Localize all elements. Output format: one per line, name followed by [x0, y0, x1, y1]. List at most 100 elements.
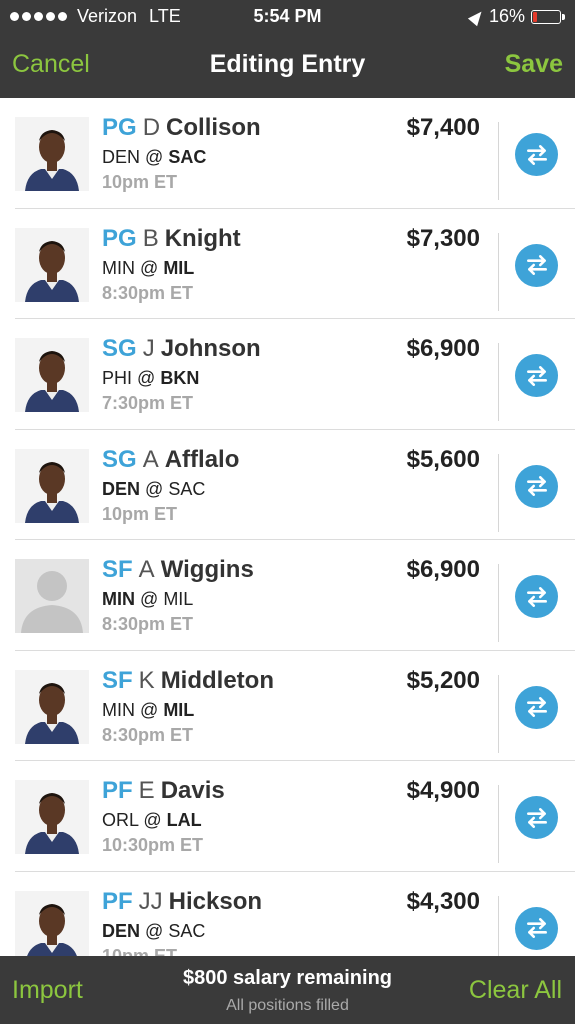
- swap-player-button[interactable]: [515, 464, 558, 508]
- at-symbol: @: [140, 257, 159, 278]
- at-symbol: @: [137, 368, 156, 388]
- away-team: PHI: [102, 368, 133, 388]
- swap-arrows-icon: [524, 252, 550, 278]
- nav-bar: Cancel Editing Entry Save: [0, 34, 575, 98]
- position-label: PF: [102, 887, 133, 915]
- swap-arrows-icon: [524, 584, 550, 610]
- home-team: BKN: [160, 368, 200, 388]
- away-team: MIN: [102, 699, 135, 720]
- player-last-name: Hickson: [168, 887, 263, 915]
- player-row[interactable]: PF JJ Hickson $4,300 DEN @ SAC 10pm ET: [15, 872, 575, 956]
- player-salary: $5,200: [406, 666, 480, 694]
- player-last-name: Collison: [166, 114, 261, 141]
- game-matchup: MIN @ MIL: [102, 589, 193, 610]
- position-label: SG: [102, 335, 137, 362]
- swap-arrows-icon: [524, 142, 550, 168]
- player-initial: D: [142, 114, 161, 141]
- clear-all-button[interactable]: Clear All: [469, 976, 562, 1005]
- game-matchup: PHI @ BKN: [102, 368, 199, 389]
- row-divider: [498, 453, 499, 532]
- player-salary: $6,900: [406, 335, 480, 362]
- player-initial: A: [142, 445, 159, 473]
- player-row[interactable]: SF A Wiggins $6,900 MIN @ MIL 8:30pm ET: [15, 540, 575, 651]
- player-salary: $7,400: [406, 114, 480, 141]
- home-team: SAC: [168, 147, 207, 167]
- player-photo: [15, 780, 89, 854]
- row-divider: [498, 343, 499, 421]
- player-row[interactable]: SF K Middleton $5,200 MIN @ MIL 8:30pm ET: [15, 651, 575, 761]
- away-team: DEN: [102, 147, 141, 167]
- battery-icon: [531, 9, 565, 24]
- away-team: ORL: [102, 810, 139, 830]
- game-matchup: MIN @ MIL: [102, 700, 194, 721]
- away-team: DEN: [102, 478, 141, 499]
- player-salary: $6,900: [406, 556, 480, 583]
- position-label: PF: [102, 777, 133, 804]
- player-initial: J: [142, 335, 155, 362]
- row-divider: [498, 785, 499, 863]
- default-avatar-icon: [15, 559, 89, 633]
- swap-player-button[interactable]: [515, 796, 558, 839]
- player-photo: [15, 890, 89, 956]
- swap-player-button[interactable]: [515, 575, 558, 618]
- player-photo: [15, 338, 89, 412]
- game-matchup: DEN @ SAC: [102, 479, 205, 500]
- player-row[interactable]: PF E Davis $4,900 ORL @ LAL 10:30pm ET: [15, 761, 575, 872]
- at-symbol: @: [143, 810, 162, 830]
- game-matchup: MIN @ MIL: [102, 258, 194, 279]
- position-label: SF: [102, 666, 133, 694]
- player-row[interactable]: SG J Johnson $6,900 PHI @ BKN 7:30pm ET: [15, 319, 575, 430]
- position-label: PG: [102, 114, 137, 141]
- game-time: 10pm ET: [102, 172, 178, 192]
- swap-arrows-icon: [524, 473, 550, 499]
- row-divider: [498, 674, 499, 753]
- game-time: 10:30pm ET: [102, 835, 204, 855]
- away-team: DEN: [102, 920, 141, 941]
- player-salary: $5,600: [406, 445, 480, 473]
- player-last-name: Davis: [160, 777, 225, 804]
- player-row[interactable]: PG D Collison $7,400 DEN @ SAC 10pm ET: [15, 98, 575, 209]
- row-divider: [498, 564, 499, 642]
- status-bar: Verizon LTE 5:54 PM 16%: [0, 0, 575, 34]
- player-row[interactable]: PG B Knight $7,300 MIN @ MIL 8:30pm ET: [15, 209, 575, 319]
- player-name: PF JJ Hickson: [102, 888, 262, 916]
- home-team: LAL: [166, 810, 202, 830]
- player-row[interactable]: SG A Afflalo $5,600 DEN @ SAC 10pm ET: [15, 430, 575, 540]
- player-initial: K: [138, 666, 155, 694]
- swap-player-button[interactable]: [515, 685, 558, 729]
- game-time: 7:30pm ET: [102, 393, 194, 413]
- game-time: 8:30pm ET: [102, 724, 194, 745]
- player-salary: $7,300: [406, 224, 480, 252]
- at-symbol: @: [145, 478, 164, 499]
- battery-percent: 16%: [488, 6, 525, 26]
- home-team: SAC: [168, 920, 206, 941]
- player-name: SG J Johnson: [102, 335, 261, 363]
- swap-arrows-icon: [524, 363, 550, 389]
- player-initial: B: [142, 224, 159, 252]
- page-title: Editing Entry: [209, 50, 366, 78]
- at-symbol: @: [140, 589, 159, 609]
- player-salary: $4,300: [406, 887, 480, 915]
- player-name: SF K Middleton: [102, 667, 274, 695]
- player-salary: $4,900: [406, 777, 480, 804]
- row-divider: [498, 122, 499, 200]
- at-symbol: @: [140, 699, 159, 720]
- home-team: MIL: [163, 699, 195, 720]
- player-initial: E: [138, 777, 155, 804]
- game-time: 8:30pm ET: [102, 282, 194, 303]
- player-last-name: Wiggins: [160, 556, 254, 583]
- player-last-name: Afflalo: [164, 445, 240, 473]
- swap-player-button[interactable]: [515, 354, 558, 397]
- at-symbol: @: [145, 147, 164, 167]
- player-photo: [15, 227, 89, 302]
- save-button[interactable]: Save: [505, 50, 563, 79]
- home-team: MIL: [163, 257, 195, 278]
- footer-bar: Import $800 salary remaining All positio…: [0, 956, 575, 1024]
- status-right: 16%: [467, 6, 565, 27]
- swap-player-button[interactable]: [515, 906, 558, 950]
- player-initial: JJ: [138, 887, 163, 915]
- swap-player-button[interactable]: [515, 133, 558, 176]
- location-arrow-icon: [467, 7, 487, 26]
- swap-player-button[interactable]: [515, 243, 558, 287]
- player-last-name: Knight: [164, 224, 241, 252]
